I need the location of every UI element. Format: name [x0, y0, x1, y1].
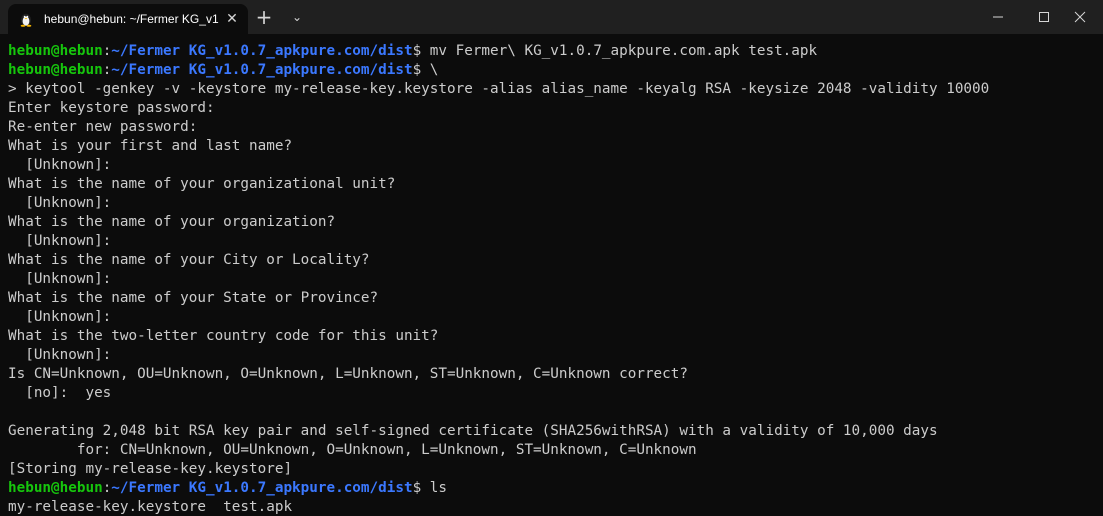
- prompt-path: ~/Fermer KG_v1.0.7_apkpure.com/dist: [111, 43, 413, 59]
- output-line: What is the name of your State or Provin…: [8, 290, 379, 306]
- chevron-down-icon[interactable]: ⌄: [283, 0, 311, 34]
- close-icon: [1074, 11, 1086, 23]
- minimize-icon: [993, 16, 1003, 18]
- terminal-tab[interactable]: hebun@hebun: ~/Fermer KG_v1 ✕: [8, 4, 248, 34]
- prompt-symbol: $: [412, 480, 422, 496]
- prompt-path: ~/Fermer KG_v1.0.7_apkpure.com/dist: [111, 480, 413, 496]
- prompt-user: hebun@hebun: [8, 480, 103, 496]
- output-line: [Unknown]:: [8, 195, 112, 211]
- plus-icon[interactable]: +: [250, 0, 278, 34]
- output-line: [Unknown]:: [8, 347, 112, 363]
- prompt-separator: :: [102, 480, 112, 496]
- command-text: mv Fermer\ KG_v1.0.7_apkpure.com.apk tes…: [421, 43, 818, 59]
- prompt-separator: :: [102, 43, 112, 59]
- output-line: What is the two-letter country code for …: [8, 328, 439, 344]
- output-line: What is the name of your organization?: [8, 214, 336, 230]
- output-line: Generating 2,048 bit RSA key pair and se…: [8, 423, 938, 439]
- close-icon[interactable]: ✕: [222, 9, 242, 29]
- title-bar: hebun@hebun: ~/Fermer KG_v1 ✕ + ⌄: [0, 0, 1103, 34]
- command-text: \: [421, 62, 439, 78]
- prompt-path: ~/Fermer KG_v1.0.7_apkpure.com/dist: [111, 62, 413, 78]
- output-line: [Unknown]:: [8, 271, 112, 287]
- output-line: What is the name of your organizational …: [8, 176, 396, 192]
- prompt-user: hebun@hebun: [8, 43, 103, 59]
- output-line: [Unknown]:: [8, 157, 112, 173]
- prompt-line: hebun@hebun:~/Fermer KG_v1.0.7_apkpure.c…: [8, 61, 438, 80]
- output-line: > keytool -genkey -v -keystore my-releas…: [8, 81, 990, 97]
- output-line: [no]: yes: [8, 385, 112, 401]
- output-line: [Unknown]:: [8, 309, 112, 325]
- output-line: [Unknown]:: [8, 233, 112, 249]
- linux-tux-icon: [20, 13, 32, 27]
- output-line: for: CN=Unknown, OU=Unknown, O=Unknown, …: [8, 442, 697, 458]
- maximize-icon: [1039, 12, 1049, 22]
- prompt-line: hebun@hebun:~/Fermer KG_v1.0.7_apkpure.c…: [8, 479, 447, 498]
- prompt-user: hebun@hebun: [8, 62, 103, 78]
- prompt-line: hebun@hebun:~/Fermer KG_v1.0.7_apkpure.c…: [8, 42, 817, 61]
- tab-title: hebun@hebun: ~/Fermer KG_v1: [44, 12, 219, 26]
- output-line: Re-enter new password:: [8, 119, 198, 135]
- output-line: Is CN=Unknown, OU=Unknown, O=Unknown, L=…: [8, 366, 688, 382]
- output-line: What is your first and last name?: [8, 138, 293, 154]
- output-line: Enter keystore password:: [8, 100, 215, 116]
- terminal-output[interactable]: hebun@hebun:~/Fermer KG_v1.0.7_apkpure.c…: [8, 42, 1098, 516]
- prompt-symbol: $: [412, 43, 422, 59]
- output-line: What is the name of your City or Localit…: [8, 252, 370, 268]
- output-line: [Storing my-release-key.keystore]: [8, 461, 293, 477]
- prompt-separator: :: [102, 62, 112, 78]
- command-text: ls: [421, 480, 447, 496]
- prompt-symbol: $: [412, 62, 422, 78]
- close-button[interactable]: [1057, 0, 1103, 34]
- minimize-button[interactable]: [975, 0, 1021, 34]
- output-line: my-release-key.keystore test.apk: [8, 499, 293, 515]
